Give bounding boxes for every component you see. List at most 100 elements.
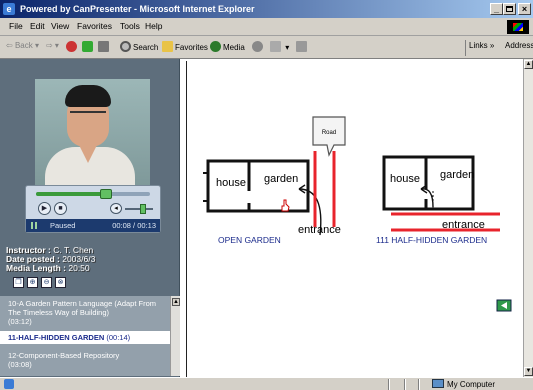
play-button[interactable]: ▶ <box>38 202 51 215</box>
stop-playback-button[interactable]: ■ <box>54 202 67 215</box>
player-time: 00:08 / 00:13 <box>112 221 156 230</box>
zoom-out-icon[interactable]: ⊖ <box>41 277 52 288</box>
media-length: 20:50 <box>68 263 90 273</box>
chapter-list-scrollbar[interactable]: ▲ <box>170 296 180 376</box>
mail-button[interactable]: ▾ <box>270 41 289 52</box>
status-bar: My Computer <box>0 377 533 390</box>
window-title: Powered by CanPresenter - Microsoft Inte… <box>20 4 255 14</box>
menu-file[interactable]: File <box>9 21 23 31</box>
chapter-duration: (03:12) <box>8 317 32 326</box>
refresh-button[interactable] <box>82 41 95 52</box>
length-label: Media Length : <box>6 263 66 273</box>
lecture-info: Instructor : C. T. Chen Date posted : 20… <box>6 246 176 273</box>
open-garden-diagram: house garden entrance OPEN GARDEN Road <box>203 116 346 245</box>
volume-thumb[interactable] <box>140 204 147 214</box>
search-button[interactable]: Search <box>120 41 158 52</box>
menu-favorites[interactable]: Favorites <box>77 21 112 31</box>
refresh-icon <box>82 41 93 52</box>
house-label-right: house <box>390 173 420 185</box>
chapter-title: 12-Component-Based Repository <box>8 351 120 360</box>
forward-button[interactable]: ⇨ ▾ <box>46 41 59 50</box>
slide-area: house garden entrance OPEN GARDEN Road h… <box>186 61 524 377</box>
history-button[interactable] <box>252 41 265 52</box>
scroll-down-arrow-icon[interactable]: ▼ <box>524 367 533 376</box>
menu-tools[interactable]: Tools <box>120 21 140 31</box>
chapter-title: 10-A Garden Pattern Language (Adapt From… <box>8 299 157 317</box>
minimize-button[interactable]: _ <box>490 3 503 15</box>
chapter-title: 11-HALF-HIDDEN GARDEN <box>8 333 105 342</box>
half-hidden-caption: 111 HALF-HIDDEN GARDEN <box>376 235 487 245</box>
pause-indicator-icon <box>31 222 37 229</box>
open-garden-caption: OPEN GARDEN <box>218 235 281 245</box>
stop-button[interactable] <box>66 41 79 52</box>
slide-drawing: house garden entrance OPEN GARDEN Road h… <box>203 116 512 312</box>
road-label: Road <box>322 130 336 136</box>
fullscreen-icon[interactable]: ❐ <box>13 277 24 288</box>
maximize-button[interactable] <box>503 3 516 15</box>
ie-icon: e <box>3 3 15 15</box>
print-button[interactable] <box>296 41 309 52</box>
stop-icon <box>66 41 77 52</box>
favorites-button[interactable]: Favorites <box>162 41 208 52</box>
home-button[interactable] <box>98 41 111 52</box>
road-callout <box>312 116 346 157</box>
hand-cursor-icon <box>281 199 290 212</box>
history-icon <box>252 41 263 52</box>
back-label: Back <box>14 41 33 50</box>
favorites-icon <box>162 41 173 52</box>
video-frame[interactable] <box>35 79 150 185</box>
security-zone: My Computer <box>432 379 495 389</box>
computer-icon <box>432 379 444 388</box>
half-hidden-garden-diagram: house garden entrance 111 HALF-HIDDEN GA… <box>376 155 500 245</box>
seek-bar[interactable] <box>36 189 150 199</box>
media-icon <box>210 41 221 52</box>
garden-label-left: garden <box>264 173 298 185</box>
media-player: ▶ ■ ◂ Paused 00:08 / 00:13 <box>25 185 161 233</box>
search-label: Search <box>133 43 159 52</box>
house-label-left: house <box>216 177 246 189</box>
chapter-list: 10-A Garden Pattern Language (Adapt From… <box>0 296 180 376</box>
media-label: Media <box>223 43 245 52</box>
chapter-item[interactable]: 12-Component-Based Repository (03:08) <box>0 349 170 371</box>
home-icon <box>98 41 109 52</box>
page-loaded-icon <box>4 379 14 389</box>
zoom-reset-icon[interactable]: ⊗ <box>55 277 66 288</box>
menu-edit[interactable]: Edit <box>30 21 45 31</box>
windows-logo-icon <box>507 20 529 34</box>
chapter-item[interactable]: 10-A Garden Pattern Language (Adapt From… <box>0 297 170 328</box>
presenter-glasses <box>70 111 106 119</box>
print-icon <box>296 41 307 52</box>
mail-icon <box>270 41 281 52</box>
toolbar: ⇦ Back ▾ ⇨ ▾ Search Favorites Media ▾ Li… <box>0 37 533 59</box>
chapter-duration: (03:08) <box>8 360 32 369</box>
menu-view[interactable]: View <box>51 21 69 31</box>
chapter-duration: (00:14) <box>106 333 131 342</box>
links-button[interactable]: Links » <box>465 40 497 56</box>
address-label[interactable]: Address <box>505 41 533 50</box>
page-scrollbar[interactable]: ▲ ▼ <box>523 59 533 377</box>
favorites-label: Favorites <box>175 43 208 52</box>
close-button[interactable]: × <box>518 3 531 15</box>
search-icon <box>120 41 131 52</box>
menu-bar: File Edit View Favorites Tools Help <box>0 18 533 36</box>
zoom-in-icon[interactable]: ⊕ <box>27 277 38 288</box>
player-status: Paused <box>50 221 76 230</box>
scroll-up-arrow-icon[interactable]: ▲ <box>524 60 533 69</box>
volume-slider[interactable] <box>125 204 153 214</box>
title-bar: e Powered by CanPresenter - Microsoft In… <box>0 0 533 18</box>
scroll-up-icon[interactable]: ▲ <box>172 298 180 306</box>
presenter-tools: ❐ ⊕ ⊖ ⊗ <box>13 277 73 289</box>
volume-icon[interactable]: ◂ <box>110 203 122 214</box>
player-status-strip: Paused 00:08 / 00:13 <box>26 219 160 232</box>
menu-help[interactable]: Help <box>145 21 162 31</box>
seek-thumb[interactable] <box>100 189 113 199</box>
back-button[interactable]: ⇦ Back ▾ <box>6 41 39 50</box>
status-divider <box>404 379 406 390</box>
status-divider <box>388 379 390 390</box>
back-arrow-icon: ⇦ <box>6 41 13 50</box>
chapter-item-active[interactable]: 11-HALF-HIDDEN GARDEN (00:14) <box>0 331 170 344</box>
garden-label-right: garden <box>440 169 474 181</box>
zone-label: My Computer <box>447 380 496 389</box>
media-button[interactable]: Media <box>210 41 245 52</box>
entrance-label-right: entrance <box>442 219 485 231</box>
